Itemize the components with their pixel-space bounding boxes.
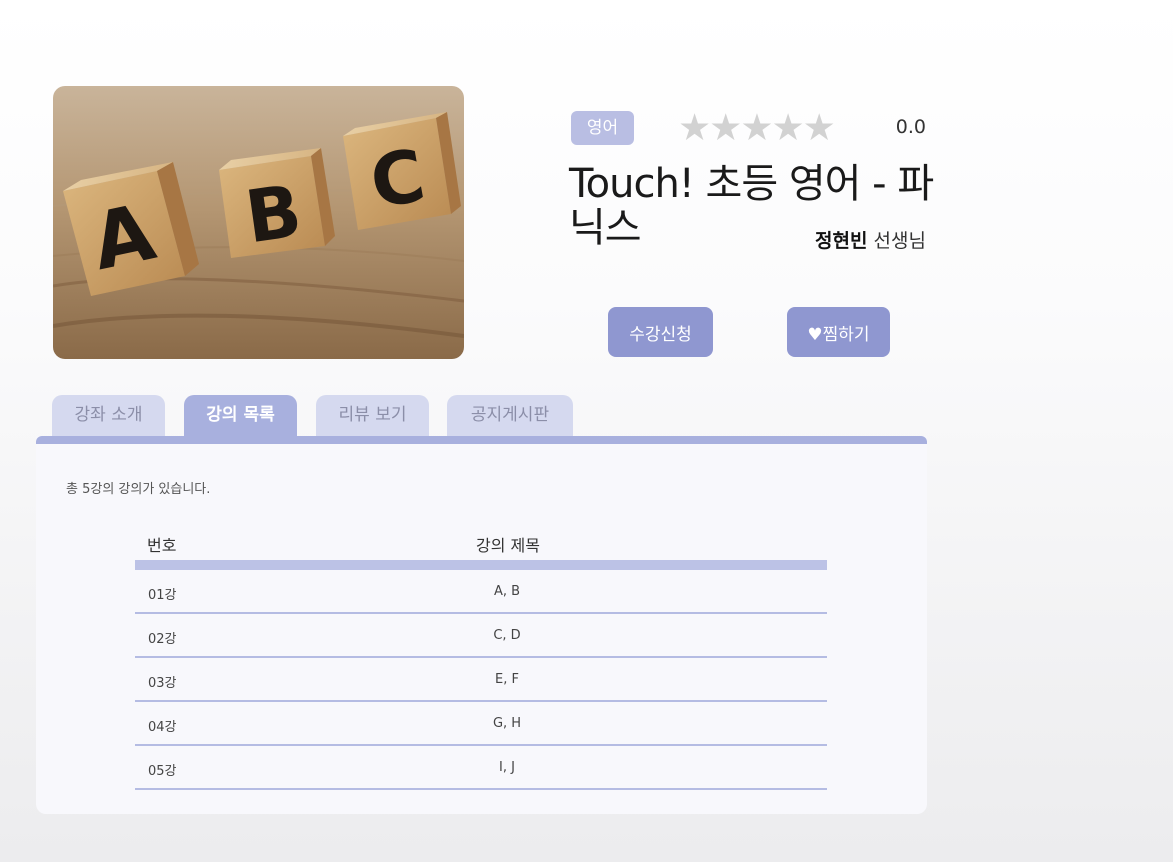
lecture-number: 04강 <box>148 720 177 735</box>
lecture-number: 01강 <box>148 588 177 603</box>
header-title: 강의 제목 <box>476 536 540 555</box>
lecture-count-summary: 총 5강의 강의가 있습니다. <box>66 482 211 497</box>
lecture-number: 03강 <box>148 676 177 691</box>
lecture-number: 05강 <box>148 764 177 779</box>
category-badge: 영어 <box>571 111 634 145</box>
tab-course-intro[interactable]: 강좌 소개 <box>52 395 165 437</box>
panel-top-bar <box>36 436 927 444</box>
tab-notice-board[interactable]: 공지게시판 <box>447 395 573 437</box>
table-row[interactable]: 03강 E, F <box>135 658 827 702</box>
lecture-number: 02강 <box>148 632 177 647</box>
lecture-title[interactable]: E, F <box>435 672 579 687</box>
lecture-title[interactable]: I, J <box>435 760 579 775</box>
table-row[interactable]: 02강 C, D <box>135 614 827 658</box>
wishlist-button[interactable]: ♥찜하기 <box>787 307 890 357</box>
table-row[interactable]: 01강 A, B <box>135 570 827 614</box>
rating-score: 0.0 <box>895 116 926 138</box>
table-row[interactable]: 05강 I, J <box>135 746 827 790</box>
lecture-title[interactable]: C, D <box>435 628 579 643</box>
teacher-info: 정현빈 선생님 <box>815 226 926 253</box>
enroll-button[interactable]: 수강신청 <box>608 307 713 357</box>
table-header: 번호 강의 제목 <box>135 532 827 560</box>
tab-reviews[interactable]: 리뷰 보기 <box>316 395 429 437</box>
teacher-name: 정현빈 <box>815 230 868 252</box>
table-header-divider <box>135 560 827 570</box>
table-row[interactable]: 04강 G, H <box>135 702 827 746</box>
header-number: 번호 <box>147 536 177 555</box>
teacher-suffix: 선생님 <box>873 230 926 252</box>
block-c-graphic: C <box>343 112 461 230</box>
tab-lecture-list[interactable]: 강의 목록 <box>184 395 297 437</box>
lecture-title[interactable]: G, H <box>435 716 579 731</box>
block-b-graphic: B <box>219 148 335 259</box>
course-thumbnail: A B C <box>53 86 464 359</box>
star-rating-icon[interactable]: ★★★★★ <box>678 109 836 147</box>
lecture-title[interactable]: A, B <box>435 584 579 599</box>
svg-text:B: B <box>240 169 306 260</box>
